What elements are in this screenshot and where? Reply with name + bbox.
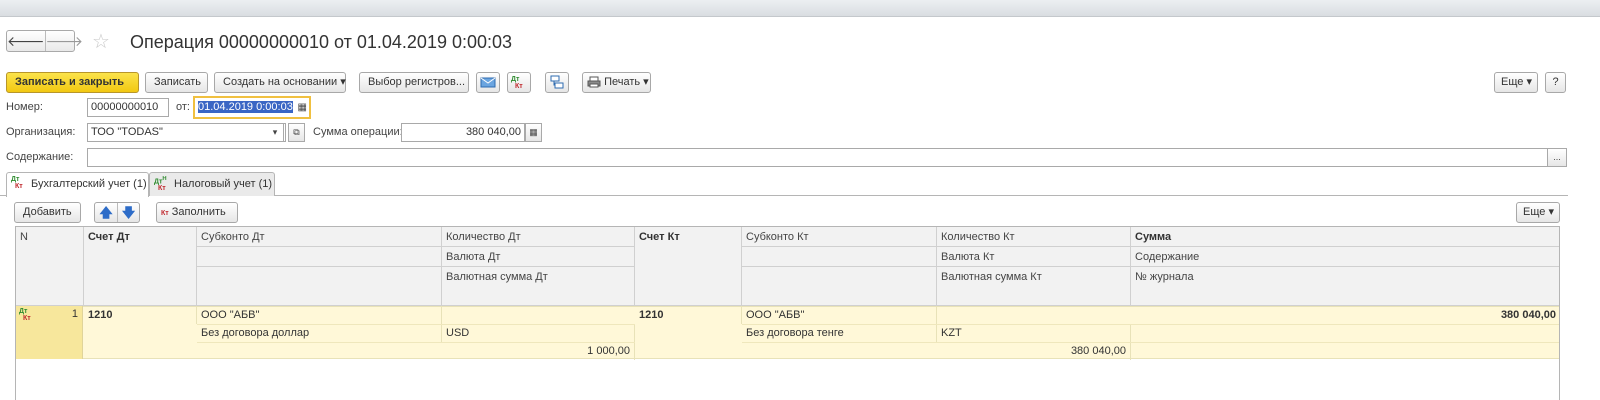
cell-content[interactable]: [1131, 324, 1559, 342]
row-divider: [442, 324, 635, 325]
dt-kt-tax-icon: ДтН Кт: [154, 176, 167, 193]
header-account-kt[interactable]: Счет Кт: [635, 227, 742, 306]
move-down-icon[interactable]: 🡇: [117, 203, 139, 222]
header-currency-kt[interactable]: Валюта Кт: [937, 247, 1131, 267]
dropdown-arrow-icon: ▾: [1526, 76, 1532, 88]
header-n[interactable]: N: [16, 227, 84, 306]
back-arrow-icon[interactable]: 🡐: [7, 31, 45, 51]
favorite-star-icon[interactable]: ☆: [92, 29, 110, 54]
entries-table: N Счет Дт Субконто Дт Количество Дт Валю…: [15, 226, 1560, 400]
cell-currency-sum-kt[interactable]: 380 040,00: [937, 342, 1131, 360]
nav-buttons: 🡐 🡒: [6, 30, 83, 52]
dt-kt-row-icon: Дт Кт: [19, 308, 31, 322]
header-qty-dt[interactable]: Количество Дт: [442, 227, 635, 247]
printer-icon: [587, 76, 601, 88]
print-label: Печать: [604, 76, 641, 88]
content-field[interactable]: [87, 148, 1548, 167]
cell-subconto-kt-2[interactable]: Без договора тенге: [742, 324, 937, 342]
dropdown-arrow-icon: ▾: [643, 76, 649, 88]
more-button[interactable]: Еще ▾: [1494, 72, 1538, 93]
header-currency-sum-dt[interactable]: Валютная сумма Дт: [442, 267, 635, 306]
dropdown-arrow-icon[interactable]: ▾: [267, 123, 284, 142]
organization-field[interactable]: ТОО "TODAS": [87, 123, 286, 142]
create-based-button[interactable]: Создать на основании ▾: [214, 72, 346, 93]
envelope-icon: [480, 77, 496, 88]
organization-label: Организация:: [6, 126, 76, 138]
cell-currency-dt[interactable]: USD: [442, 324, 635, 342]
tab-tax[interactable]: ДтН Кт Налоговый учет (1): [149, 172, 275, 196]
cell-sum[interactable]: 380 040,00: [1131, 306, 1559, 324]
cell-account-kt[interactable]: 1210: [635, 306, 742, 324]
tab-accounting[interactable]: Дт Кт Бухгалтерский учет (1): [6, 172, 149, 197]
select-registers-button[interactable]: Выбор регистров...: [359, 72, 469, 93]
sum-label: Сумма операции:: [313, 126, 403, 138]
content-label: Содержание:: [6, 151, 74, 163]
row-divider: [197, 324, 442, 325]
dt-kt-button[interactable]: Дт Кт: [507, 72, 531, 93]
header-subconto-dt[interactable]: Субконто Дт: [197, 227, 442, 247]
fill-icon: Кт: [161, 210, 169, 217]
number-field[interactable]: 00000000010: [87, 98, 169, 117]
structure-icon: [550, 75, 564, 89]
date-field[interactable]: 01.04.2019 0:00:03 ▦: [193, 96, 311, 119]
forward-arrow-icon[interactable]: 🡒: [44, 31, 83, 51]
row-divider: [1131, 324, 1559, 325]
header-sum[interactable]: Сумма: [1131, 227, 1559, 247]
window-title-strip: [0, 0, 1600, 17]
header-currency-dt[interactable]: Валюта Дт: [442, 247, 635, 267]
header-account-dt[interactable]: Счет Дт: [84, 227, 197, 306]
more-label: Еще: [1501, 76, 1524, 88]
tab-tax-label: Налоговый учет (1): [174, 178, 273, 190]
save-button[interactable]: Записать: [145, 72, 208, 93]
dt-kt-icon: Дт Кт: [11, 176, 23, 190]
table-more-button[interactable]: Еще ▾: [1516, 202, 1560, 223]
header-subconto-kt-3: [742, 267, 937, 306]
help-button[interactable]: ?: [1545, 72, 1566, 93]
header-qty-kt[interactable]: Количество Кт: [937, 227, 1131, 247]
calculator-icon[interactable]: ▦: [525, 123, 542, 142]
save-and-close-button[interactable]: Записать и закрыть: [6, 72, 139, 93]
header-subconto-dt-3: [197, 267, 442, 306]
page-title: Операция 00000000010 от 01.04.2019 0:00:…: [130, 32, 513, 52]
row-number-cell[interactable]: Дт Кт 1: [16, 306, 83, 359]
date-label: от:: [176, 101, 190, 113]
row-divider: [197, 342, 635, 343]
table-more-label: Еще: [1523, 206, 1546, 218]
structure-button[interactable]: [545, 72, 569, 93]
fill-label: Заполнить: [171, 206, 226, 218]
fill-button[interactable]: Кт Заполнить: [156, 202, 238, 223]
header-subconto-dt-2: [197, 247, 442, 267]
header-journal[interactable]: № журнала: [1131, 267, 1559, 306]
cell-currency-kt[interactable]: KZT: [937, 324, 1131, 342]
row-divider: [742, 324, 1131, 325]
content-select-button[interactable]: ...: [1547, 148, 1567, 167]
cell-account-dt[interactable]: 1210: [84, 306, 197, 324]
header-subconto-kt[interactable]: Субконто Кт: [742, 227, 937, 247]
header-subconto-kt-2: [742, 247, 937, 267]
move-buttons: 🡅 🡇: [94, 202, 140, 223]
dropdown-arrow-icon: ▾: [1548, 206, 1554, 218]
cell-subconto-kt-1[interactable]: ООО "АБВ": [742, 306, 937, 324]
sum-field[interactable]: 380 040,00: [401, 123, 525, 142]
tab-accounting-label: Бухгалтерский учет (1): [31, 178, 147, 190]
cell-journal[interactable]: [1131, 342, 1559, 360]
row-divider: [742, 342, 1559, 343]
open-icon[interactable]: ⧉: [288, 123, 305, 142]
calendar-icon[interactable]: ▦: [298, 98, 307, 117]
add-button[interactable]: Добавить: [14, 202, 81, 223]
cell-currency-sum-dt[interactable]: 1 000,00: [442, 342, 635, 360]
header-currency-sum-kt[interactable]: Валютная сумма Кт: [937, 267, 1131, 306]
row-number: 1: [71, 308, 78, 320]
move-up-icon[interactable]: 🡅: [95, 203, 117, 222]
header-content[interactable]: Содержание: [1131, 247, 1559, 267]
print-button[interactable]: Печать ▾: [582, 72, 651, 93]
date-value: 01.04.2019 0:00:03: [198, 101, 293, 113]
create-based-label: Создать на основании: [223, 76, 338, 88]
cell-subconto-dt-2[interactable]: Без договора доллар: [197, 324, 442, 342]
dt-kt-icon: Дт Кт: [511, 76, 523, 90]
cell-subconto-dt-1[interactable]: ООО "АБВ": [197, 306, 442, 324]
envelope-button[interactable]: [476, 72, 500, 93]
dropdown-arrow-icon: ▾: [340, 76, 346, 88]
number-label: Номер:: [6, 101, 43, 113]
